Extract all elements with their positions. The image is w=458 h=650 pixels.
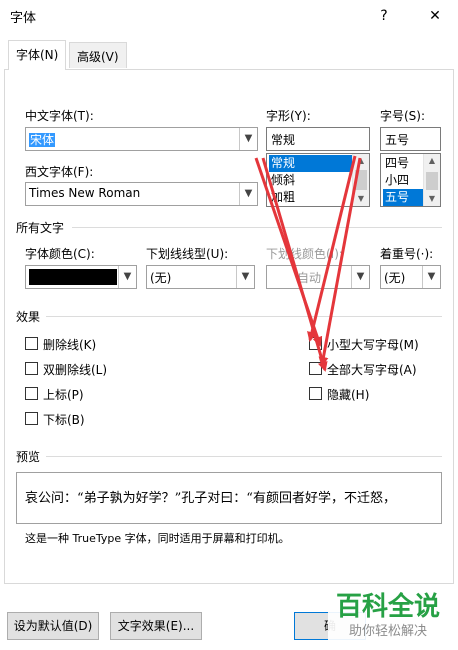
underline-style-label: 下划线线型(U): <box>146 247 229 261</box>
chevron-down-icon[interactable]: ▼ <box>236 266 254 288</box>
list-item[interactable]: 常规 <box>269 155 352 172</box>
subscript-checkbox[interactable] <box>25 412 38 425</box>
all-text-section-label: 所有文字 <box>16 221 65 235</box>
superscript-checkbox[interactable] <box>25 387 38 400</box>
font-color-combo[interactable]: ▼ <box>25 265 137 289</box>
font-size-label: 字号(S): <box>380 109 426 123</box>
scroll-up-icon[interactable]: ▲ <box>424 154 440 168</box>
superscript-label[interactable]: 上标(P) <box>43 386 84 403</box>
small-caps-label[interactable]: 小型大写字母(M) <box>327 336 419 353</box>
divider <box>46 456 442 457</box>
divider <box>46 316 442 317</box>
preview-section-label: 预览 <box>16 450 41 464</box>
list-item[interactable]: 倾斜 <box>269 172 295 189</box>
subscript-label[interactable]: 下标(B) <box>43 411 85 428</box>
font-note: 这是一种 TrueType 字体，同时适用于屏幕和打印机。 <box>25 532 290 545</box>
double-strikethrough-checkbox[interactable] <box>25 362 38 375</box>
font-color-label: 字体颜色(C): <box>25 247 95 261</box>
all-caps-label[interactable]: 全部大写字母(A) <box>327 361 417 378</box>
double-strikethrough-label[interactable]: 双删除线(L) <box>43 361 107 378</box>
scroll-up-icon[interactable]: ▲ <box>353 154 369 168</box>
style-scrollbar[interactable]: ▲ ▼ <box>352 154 369 206</box>
scroll-down-icon[interactable]: ▼ <box>424 192 440 206</box>
chevron-down-icon[interactable]: ▼ <box>239 128 257 150</box>
font-size-list[interactable]: 四号 小四 五号 ▲ ▼ <box>380 153 441 207</box>
font-style-label: 字形(Y): <box>266 109 311 123</box>
scroll-down-icon[interactable]: ▼ <box>353 192 369 206</box>
western-font-combo[interactable]: Times New Roman ▼ <box>25 182 258 206</box>
chinese-font-combo[interactable]: 宋体 ▼ <box>25 127 258 151</box>
strikethrough-label[interactable]: 删除线(K) <box>43 336 96 353</box>
font-size-input[interactable]: 五号 <box>380 127 441 151</box>
set-default-button[interactable]: 设为默认值(D) <box>7 612 99 640</box>
list-item[interactable]: 加粗 <box>269 189 295 206</box>
window-title: 字体 <box>10 11 37 26</box>
preview-text: 哀公问：“弟子孰为好学？”孔子对曰：“有颜回者好学，不迁怒， <box>25 491 396 506</box>
list-item[interactable]: 四号 <box>383 155 409 172</box>
divider <box>72 227 442 228</box>
watermark-slogan: 助你轻松解决 <box>348 624 427 639</box>
size-scrollbar[interactable]: ▲ ▼ <box>423 154 440 206</box>
western-font-value: Times New Roman <box>29 186 141 200</box>
list-item[interactable]: 小四 <box>383 172 409 189</box>
close-icon[interactable]: ✕ <box>422 4 448 28</box>
help-icon[interactable]: ? <box>371 4 397 28</box>
text-effects-button[interactable]: 文字效果(E)... <box>110 612 202 640</box>
color-swatch <box>29 269 117 285</box>
font-style-list[interactable]: 常规 倾斜 加粗 ▲ ▼ <box>266 153 370 207</box>
tab-advanced[interactable]: 高级(V) <box>69 42 127 68</box>
hidden-label[interactable]: 隐藏(H) <box>327 386 369 403</box>
chinese-font-value: 宋体 <box>29 133 56 147</box>
underline-style-value: (无) <box>150 271 172 285</box>
strikethrough-checkbox[interactable] <box>25 337 38 350</box>
small-caps-checkbox[interactable] <box>309 337 322 350</box>
scroll-thumb[interactable] <box>355 170 367 190</box>
tab-font[interactable]: 字体(N) <box>8 40 67 70</box>
all-caps-checkbox[interactable] <box>309 362 322 375</box>
hidden-checkbox[interactable] <box>309 387 322 400</box>
emphasis-mark-combo[interactable]: (无) ▼ <box>380 265 441 289</box>
preview-box: 哀公问：“弟子孰为好学？”孔子对曰：“有颜回者好学，不迁怒， <box>16 472 442 524</box>
watermark-logo: 百科全说 助你轻松解决 <box>328 584 448 646</box>
font-style-input[interactable]: 常规 <box>266 127 370 151</box>
chevron-down-icon[interactable]: ▼ <box>422 266 440 288</box>
underline-color-label: 下划线颜色(I): <box>266 247 343 261</box>
effects-section-label: 效果 <box>16 310 41 324</box>
chinese-font-label: 中文字体(T): <box>25 109 94 123</box>
scroll-thumb[interactable] <box>426 172 438 190</box>
underline-color-value: 自动 <box>297 271 322 285</box>
underline-style-combo[interactable]: (无) ▼ <box>146 265 255 289</box>
watermark-brand: 百科全说 <box>335 592 440 622</box>
chevron-down-icon[interactable]: ▼ <box>118 266 136 288</box>
underline-color-combo[interactable]: 自动 ▼ <box>266 265 370 289</box>
list-item[interactable]: 五号 <box>383 189 423 206</box>
chevron-down-icon[interactable]: ▼ <box>239 183 257 205</box>
emphasis-mark-value: (无) <box>384 271 406 285</box>
emphasis-mark-label: 着重号(·): <box>380 247 434 261</box>
chevron-down-icon[interactable]: ▼ <box>351 266 369 288</box>
western-font-label: 西文字体(F): <box>25 165 94 179</box>
